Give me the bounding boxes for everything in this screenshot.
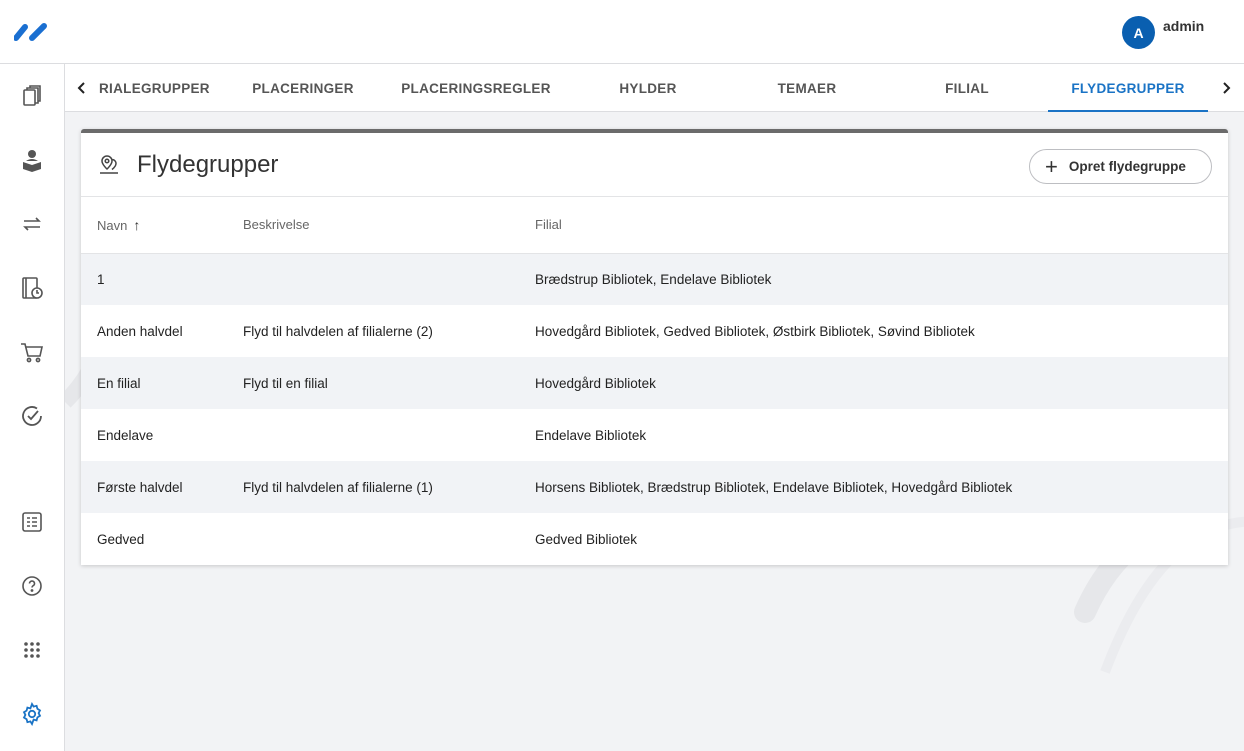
cell-name: Anden halvdel [97,323,183,339]
avatar[interactable]: A [1122,16,1155,49]
table-row[interactable]: Første halvdel Flyd til halvdelen af fil… [81,461,1228,513]
cell-description [243,409,535,461]
apps-grid-icon[interactable] [20,638,44,662]
cell-name: Første halvdel [81,461,243,513]
tabs-scroll-right-button[interactable] [1209,64,1243,112]
column-header-name[interactable]: Navn ↑ [81,197,243,254]
cell-name: 1 [81,253,243,305]
tabs-scroll-left-button[interactable] [65,64,99,112]
cell-branch: Gedved Bibliotek [535,531,638,547]
cell-description [243,513,535,565]
column-header-branch[interactable]: Filial [535,197,1228,254]
cell-branch: Hovedgård Bibliotek, Gedved Bibliotek, Ø… [535,323,975,339]
tab-filial[interactable]: FILIAL [887,64,1047,112]
top-bar: A admin [0,0,1244,64]
table-header-row: Navn ↑ Beskrivelse Filial [81,197,1228,254]
cell-description: Flyd til halvdelen af filialerne (1) [243,461,535,513]
tab-flydegrupper[interactable]: FLYDEGRUPPER [1048,64,1208,112]
user-menu[interactable]: A admin [1122,16,1204,49]
app-logo[interactable] [14,22,50,42]
plus-icon: + [1045,153,1058,179]
create-button-label: Opret flydegruppe [1068,159,1186,174]
reader-icon[interactable] [20,148,44,172]
location-pins-icon [100,155,118,174]
table-row[interactable]: Anden halvdel Flyd til halvdelen af fili… [81,305,1228,357]
tab-materialegrupper[interactable]: RIALEGRUPPER [99,64,210,112]
tabs: RIALEGRUPPER PLACERINGER PLACERINGSREGLE… [99,64,1209,112]
tab-hylder[interactable]: HYLDER [569,64,727,112]
sidebar [0,64,65,751]
table-row[interactable]: Endelave Endelave Bibliotek [81,409,1228,461]
cell-branch: Endelave Bibliotek [535,427,647,443]
flydegrupper-table: Navn ↑ Beskrivelse Filial 1 Brædstrup Bib… [81,197,1228,565]
transfer-icon[interactable] [20,212,44,236]
tab-placeringsregler[interactable]: PLACERINGSREGLER [383,64,569,112]
page-title: Flydegrupper [137,151,279,178]
card-header: Flydegrupper + Opret flydegruppe [81,133,1228,197]
cell-branch: Brædstrup Bibliotek, Endelave Bibliotek [535,253,1228,305]
cell-name: Endelave [97,427,154,443]
cell-description: Flyd til halvdelen af filialerne (2) [243,323,433,339]
books-icon[interactable] [20,84,44,108]
username[interactable]: admin [1163,18,1204,34]
report-icon[interactable] [20,510,44,534]
create-flydegruppe-button[interactable]: + Opret flydegruppe [1029,149,1212,184]
table-row[interactable]: Gedved Gedved Bibliotek [81,513,1228,565]
tab-temaer[interactable]: TEMAER [727,64,887,112]
cell-description [243,253,535,305]
flydegrupper-card: Flydegrupper + Opret flydegruppe Navn ↑ B… [81,129,1228,565]
sort-arrow-up-icon: ↑ [133,216,141,233]
tab-placeringer[interactable]: PLACERINGER [223,64,383,112]
cell-branch: Hovedgård Bibliotek [535,357,1228,409]
cell-branch: Horsens Bibliotek, Brædstrup Bibliotek, … [535,461,1228,513]
chevron-right-icon [1223,82,1231,94]
cell-name: Gedved [97,531,145,547]
chevron-left-icon [77,82,85,94]
table-row[interactable]: 1 Brædstrup Bibliotek, Endelave Bibliote… [81,253,1228,305]
tab-bar: RIALEGRUPPER PLACERINGER PLACERINGSREGLE… [65,64,1244,112]
check-circle-icon[interactable] [20,404,44,428]
cell-name: En filial [81,357,243,409]
gear-icon[interactable] [20,702,44,726]
help-icon[interactable] [20,574,44,598]
cart-icon[interactable] [20,340,44,364]
column-header-description[interactable]: Beskrivelse [243,197,535,254]
cell-description: Flyd til en filial [243,357,535,409]
book-clock-icon[interactable] [20,276,44,300]
table-row[interactable]: En filial Flyd til en filial Hovedgård B… [81,357,1228,409]
